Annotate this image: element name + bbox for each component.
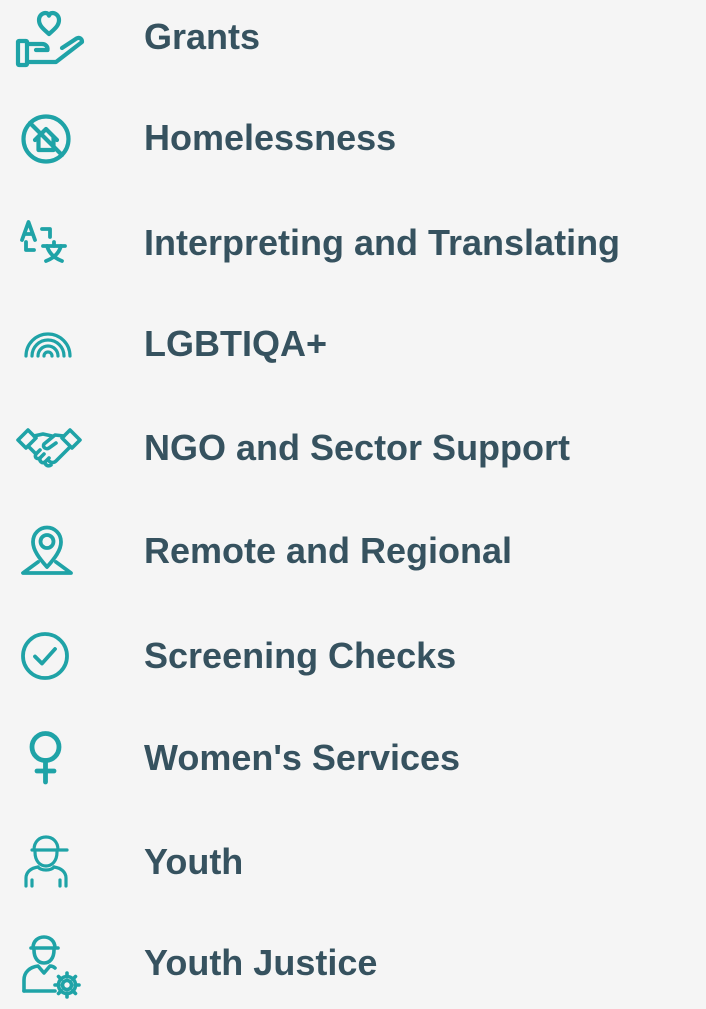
category-label: Homelessness xyxy=(144,117,397,158)
category-label: Screening Checks xyxy=(144,635,457,676)
category-label: Interpreting and Translating xyxy=(144,222,621,263)
location-pin-icon xyxy=(12,517,86,587)
category-item-screening-checks[interactable]: Screening Checks xyxy=(0,612,706,702)
female-symbol-icon xyxy=(12,724,86,794)
category-item-grants[interactable]: Grants xyxy=(0,0,706,83)
young-person-icon xyxy=(12,828,86,898)
category-label: Women's Services xyxy=(144,737,461,778)
category-label: NGO and Sector Support xyxy=(144,427,571,468)
category-item-womens-services[interactable]: Women's Services xyxy=(0,714,706,804)
category-item-remote-and-regional[interactable]: Remote and Regional xyxy=(0,507,706,597)
category-list: Grants Homelessness Interpreting and Tra… xyxy=(0,0,706,1009)
category-label: LGBTIQA+ xyxy=(144,323,328,364)
hand-heart-icon xyxy=(12,3,86,73)
translate-icon xyxy=(12,209,86,279)
category-item-homelessness[interactable]: Homelessness xyxy=(0,94,706,184)
category-label: Youth Justice xyxy=(144,942,378,983)
category-item-lgbtiqa[interactable]: LGBTIQA+ xyxy=(0,300,706,390)
category-label: Remote and Regional xyxy=(144,530,513,571)
check-circle-icon xyxy=(12,622,86,692)
category-item-ngo-and-sector-support[interactable]: NGO and Sector Support xyxy=(0,404,706,494)
category-label: Grants xyxy=(144,16,261,57)
no-home-icon xyxy=(12,104,86,174)
category-item-interpreting-and-translating[interactable]: Interpreting and Translating xyxy=(0,199,706,289)
category-item-youth[interactable]: Youth xyxy=(0,818,706,908)
category-label: Youth xyxy=(144,841,244,882)
rainbow-icon xyxy=(12,310,86,380)
youth-justice-icon xyxy=(12,929,86,999)
handshake-icon xyxy=(12,414,86,484)
category-item-youth-justice[interactable]: Youth Justice xyxy=(0,919,706,1009)
